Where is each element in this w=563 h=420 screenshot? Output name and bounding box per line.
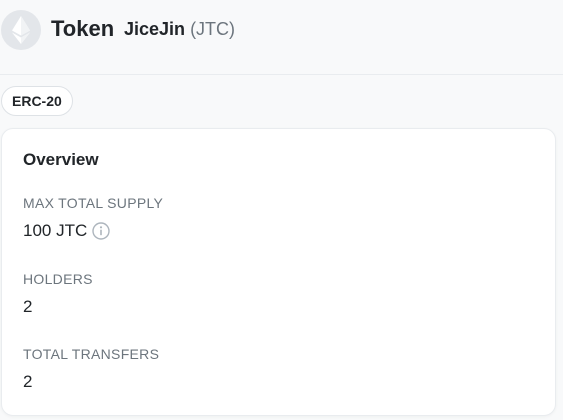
token-name-text: JiceJin [124, 19, 186, 39]
token-page: Token JiceJin (JTC) ERC-20 Overview MAX … [0, 0, 563, 420]
transfers-label: TOTAL TRANSFERS [23, 346, 160, 362]
token-symbol: (JTC) [190, 19, 236, 39]
max-supply-label: MAX TOTAL SUPPLY [23, 195, 164, 211]
token-name: JiceJin (JTC) [124, 19, 235, 40]
max-supply-value: 100 JTC [23, 221, 88, 240]
holders-value[interactable]: 2 [23, 297, 32, 317]
holders-label: HOLDERS [23, 271, 93, 287]
overview-card: Overview MAX TOTAL SUPPLY 100 JTC HOLDER… [1, 128, 556, 416]
page-header: Token JiceJin (JTC) [0, 0, 563, 75]
token-standard-badge[interactable]: ERC-20 [1, 86, 73, 116]
max-supply-value-row: 100 JTC [23, 221, 110, 241]
info-icon[interactable] [92, 222, 110, 240]
transfers-value[interactable]: 2 [23, 372, 32, 392]
ethereum-icon [1, 10, 41, 50]
overview-title: Overview [23, 150, 99, 169]
page-title: Token [51, 16, 115, 41]
